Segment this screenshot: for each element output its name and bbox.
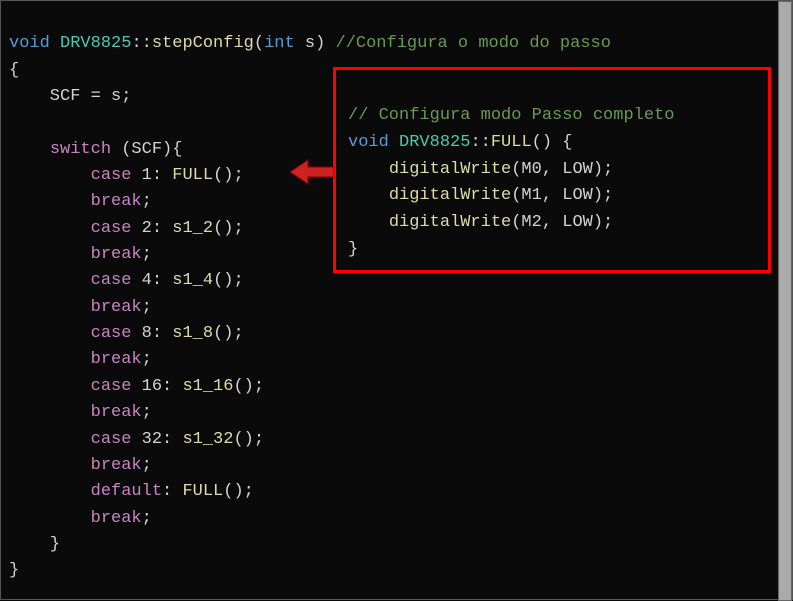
callout-comment: // Configura modo Passo completo [348, 106, 674, 125]
close-switch-brace: } [9, 535, 60, 554]
assign-stmt: SCF = s; [9, 87, 131, 106]
case-call: FULL [172, 166, 213, 185]
scrollbar-thumb[interactable] [778, 1, 792, 601]
case-tail: (); [213, 219, 244, 238]
case-kw: case [91, 377, 132, 396]
case-tail: (); [213, 166, 244, 185]
case-kw: case [91, 166, 132, 185]
default-kw: default [91, 482, 162, 501]
case-label: 16: [131, 377, 182, 396]
case-label: 2: [131, 219, 172, 238]
case-call: s1_4 [172, 271, 213, 290]
break-tail: ; [142, 350, 152, 369]
break-kw: break [91, 456, 142, 475]
break-kw: break [91, 403, 142, 422]
scope-op: :: [131, 34, 151, 53]
default-call: FULL [182, 482, 223, 501]
close-func-brace: } [9, 561, 19, 580]
callout-args: (M1, LOW); [511, 186, 613, 205]
break-kw: break [91, 298, 142, 317]
case-label: 4: [131, 271, 172, 290]
break-kw: break [91, 192, 142, 211]
case-call: s1_2 [172, 219, 213, 238]
callout-func: FULL [491, 133, 532, 152]
callout-code-block: // Configura modo Passo completo void DR… [333, 67, 771, 273]
case-kw: case [91, 219, 132, 238]
break-tail: ; [142, 245, 152, 264]
open-brace: { [9, 61, 19, 80]
callout-args: (M2, LOW); [511, 213, 613, 232]
callout-class: DRV8825 [399, 133, 470, 152]
case-kw: case [91, 271, 132, 290]
case-tail: (); [213, 324, 244, 343]
comment: //Configura o modo do passo [325, 34, 611, 53]
default-tail: (); [223, 482, 254, 501]
callout-parens: () { [532, 133, 573, 152]
case-tail: (); [213, 271, 244, 290]
close-paren: ) [315, 34, 325, 53]
class-name: DRV8825 [60, 34, 131, 53]
case-call: s1_8 [172, 324, 213, 343]
case-call: s1_16 [182, 377, 233, 396]
callout-call: digitalWrite [389, 213, 511, 232]
break-kw: break [91, 350, 142, 369]
vertical-scrollbar[interactable] [778, 1, 792, 601]
callout-void: void [348, 133, 389, 152]
func-name: stepConfig [152, 34, 254, 53]
case-kw: case [91, 430, 132, 449]
case-label: 32: [131, 430, 182, 449]
callout-close-brace: } [348, 240, 358, 259]
break-tail: ; [142, 192, 152, 211]
open-paren: ( [254, 34, 264, 53]
break-kw: break [91, 509, 142, 528]
break-tail: ; [142, 456, 152, 475]
callout-args: (M0, LOW); [511, 160, 613, 179]
param-type: int [264, 34, 295, 53]
switch-kw: switch [50, 140, 111, 159]
case-kw: case [91, 324, 132, 343]
callout-scope: :: [470, 133, 490, 152]
callout-call: digitalWrite [389, 160, 511, 179]
callout-call: digitalWrite [389, 186, 511, 205]
arrow-left-icon [290, 157, 334, 187]
case-call: s1_32 [182, 430, 233, 449]
break-tail: ; [142, 298, 152, 317]
case-label: 1: [131, 166, 172, 185]
param-name: s [295, 34, 315, 53]
switch-expr: (SCF){ [111, 140, 182, 159]
break-kw: break [91, 245, 142, 264]
keyword-void: void [9, 34, 50, 53]
default-label: : [162, 482, 182, 501]
case-tail: (); [233, 430, 264, 449]
case-tail: (); [233, 377, 264, 396]
break-tail: ; [142, 509, 152, 528]
case-label: 8: [131, 324, 172, 343]
break-tail: ; [142, 403, 152, 422]
